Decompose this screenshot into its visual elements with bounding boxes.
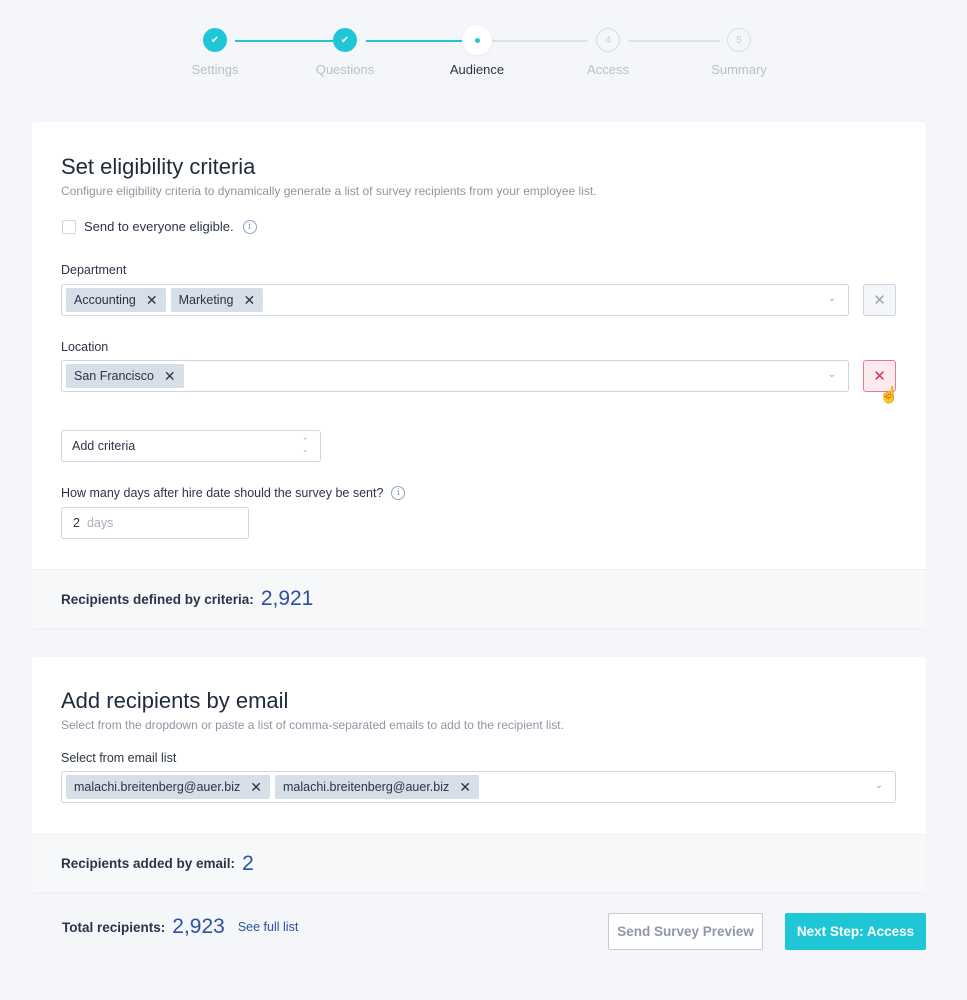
send-all-checkbox[interactable] (62, 220, 76, 234)
email-count-label: Recipients added by email: (61, 856, 236, 871)
criteria-count-label: Recipients defined by criteria: (61, 591, 254, 607)
section-subtitle: Configure eligibility criteria to dynami… (61, 184, 597, 198)
check-icon: ✔ (333, 28, 357, 52)
tag-remove-icon[interactable]: ✕ (459, 779, 471, 796)
step-label: Audience (449, 62, 505, 77)
days-question-row: How many days after hire date should the… (61, 486, 406, 500)
step-summary[interactable]: 5 Summary (689, 28, 789, 77)
tag-label: malachi.breitenberg@auer.biz (283, 780, 450, 794)
total-label: Total recipients: (62, 919, 166, 935)
hand-cursor-icon: ☝ (879, 387, 899, 404)
dot-icon (474, 37, 480, 43)
email-summary: Recipients added by email: 2 (32, 834, 926, 892)
criteria-count: 2,921 (260, 587, 314, 610)
days-unit: days (86, 516, 114, 530)
up-down-icon: ⌃ ⌄ (302, 438, 308, 454)
section-title: Add recipients by email (61, 688, 289, 713)
step-audience[interactable]: Audience (427, 25, 527, 77)
remove-department-button[interactable]: ✕ (863, 284, 896, 316)
tag-remove-icon[interactable]: ✕ (250, 779, 262, 796)
next-step-button[interactable]: Next Step: Access (785, 913, 926, 950)
add-criteria-label: Add criteria (72, 439, 136, 453)
total-count: 2,923 (172, 915, 225, 938)
tag-label: Marketing (178, 293, 234, 307)
eligibility-card: Set eligibility criteria Configure eligi… (32, 122, 926, 628)
chevron-down-icon[interactable]: ⌄ (828, 369, 836, 380)
section-subtitle: Select from the dropdown or paste a list… (61, 718, 564, 732)
see-full-list-link[interactable]: See full list (238, 920, 298, 934)
location-tag: San Francisco ✕ (66, 364, 184, 388)
send-all-row: Send to everyone eligible. i (84, 219, 257, 234)
location-select[interactable]: San Francisco ✕ ⌄ (61, 360, 849, 392)
days-input[interactable]: 2 days (61, 507, 249, 539)
tag-label: malachi.breitenberg@auer.biz (74, 780, 241, 794)
chevron-down-icon[interactable]: ⌄ (828, 293, 836, 304)
tag-remove-icon[interactable]: ✕ (146, 292, 158, 309)
add-criteria-select[interactable]: Add criteria ⌃ ⌄ (61, 430, 321, 462)
email-tag: malachi.breitenberg@auer.biz ✕ (275, 775, 479, 799)
department-tag: Marketing ✕ (170, 288, 264, 312)
progress-stepper: ✔ Settings ✔ Questions Audience 4 Access… (0, 25, 967, 88)
chevron-down-icon[interactable]: ⌄ (875, 780, 883, 791)
tag-remove-icon[interactable]: ✕ (164, 368, 176, 385)
email-tag: malachi.breitenberg@auer.biz ✕ (66, 775, 270, 799)
criteria-summary: Recipients defined by criteria: 2,921 (32, 569, 926, 628)
email-select[interactable]: malachi.breitenberg@auer.biz ✕ malachi.b… (61, 771, 896, 803)
step-label: Settings (191, 62, 239, 77)
department-tag: Accounting ✕ (66, 288, 166, 312)
step-settings[interactable]: ✔ Settings (165, 28, 265, 77)
step-label: Summary (711, 62, 767, 77)
department-label: Department (61, 263, 127, 277)
total-recipients: Total recipients: 2,923 See full list (62, 915, 298, 939)
step-questions[interactable]: ✔ Questions (295, 28, 395, 77)
days-question-label: How many days after hire date should the… (61, 486, 384, 500)
info-icon[interactable]: i (391, 486, 406, 500)
section-title: Set eligibility criteria (61, 154, 256, 179)
step-access[interactable]: 4 Access (558, 28, 658, 77)
info-icon[interactable]: i (242, 219, 257, 234)
email-list-label: Select from email list (61, 751, 177, 765)
department-select[interactable]: Accounting ✕ Marketing ✕ ⌄ (61, 284, 849, 316)
step-number: 5 (727, 28, 751, 52)
check-icon: ✔ (203, 28, 227, 52)
email-count: 2 (242, 851, 254, 875)
tag-label: San Francisco (74, 369, 154, 383)
send-all-label[interactable]: Send to everyone eligible. (84, 219, 234, 234)
send-preview-button[interactable]: Send Survey Preview (608, 913, 763, 950)
days-value: 2 (73, 516, 80, 530)
location-label: Location (61, 340, 109, 354)
email-card: Add recipients by email Select from the … (32, 657, 926, 892)
step-label: Questions (315, 62, 375, 77)
current-step-marker (462, 25, 492, 55)
step-number: 4 (596, 28, 620, 52)
tag-label: Accounting (74, 293, 136, 307)
step-label: Access (587, 62, 629, 77)
tag-remove-icon[interactable]: ✕ (243, 292, 255, 309)
